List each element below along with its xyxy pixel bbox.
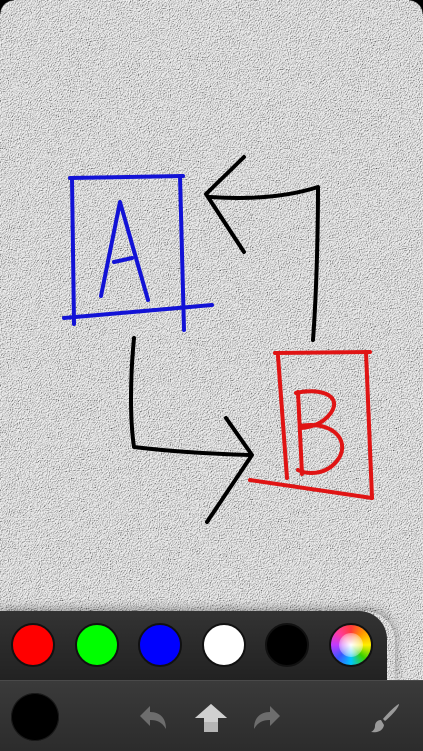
screen-corner <box>409 0 423 14</box>
swatch-blue[interactable] <box>138 623 182 667</box>
swatch-red[interactable] <box>11 623 55 667</box>
drawing-canvas[interactable] <box>0 0 423 680</box>
swatch-black[interactable] <box>265 623 309 667</box>
arrow-b-to-a <box>204 155 320 342</box>
bottom-toolbar <box>0 680 423 751</box>
current-color-button[interactable] <box>11 693 59 741</box>
undo-icon[interactable] <box>136 701 170 735</box>
box-b <box>248 350 374 500</box>
brush-icon[interactable] <box>368 701 402 735</box>
sketch-layer <box>62 155 374 524</box>
clear-icon[interactable] <box>194 701 228 735</box>
color-palette <box>0 611 387 680</box>
redo-icon[interactable] <box>250 701 284 735</box>
box-a <box>62 174 214 332</box>
swatch-white[interactable] <box>202 623 246 667</box>
swatch-green[interactable] <box>75 623 119 667</box>
letter-a-strokes <box>99 200 150 302</box>
color-wheel-swatch[interactable] <box>329 623 373 667</box>
arrow-a-to-b <box>129 336 254 524</box>
